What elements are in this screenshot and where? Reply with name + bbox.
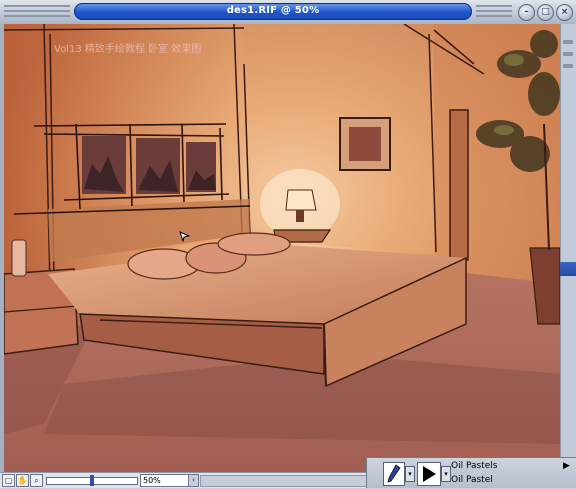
panel-handle[interactable] bbox=[563, 64, 573, 68]
bedroom-painting bbox=[4, 24, 560, 472]
zoom-slider-thumb[interactable] bbox=[90, 475, 94, 486]
title-grip bbox=[476, 10, 512, 12]
arrow-cursor-icon bbox=[179, 227, 191, 243]
right-side-panel[interactable] bbox=[560, 24, 576, 472]
title-grip bbox=[4, 15, 70, 17]
title-grip bbox=[4, 10, 70, 12]
document-status-bar: ▢ ✋ ⌕ 50% ‹ bbox=[0, 472, 368, 488]
window-title: des1.RIF @ 50% bbox=[226, 5, 320, 16]
window-title-bar[interactable]: des1.RIF @ 50% – □ × bbox=[0, 0, 576, 25]
title-grip bbox=[476, 5, 512, 7]
panel-handle[interactable] bbox=[563, 40, 573, 44]
minimize-button[interactable]: – bbox=[518, 4, 535, 21]
close-button[interactable]: × bbox=[556, 4, 573, 21]
grabber-icon[interactable]: ✋ bbox=[16, 474, 29, 487]
selector-menu-arrow[interactable]: ▶ bbox=[563, 461, 570, 471]
maximize-button[interactable]: □ bbox=[537, 4, 554, 21]
title-grip bbox=[476, 15, 512, 17]
zoom-icon[interactable]: ⌕ bbox=[30, 474, 43, 487]
brush-selector-bar: ▾ ▾ Oil Pastels Oil Pastel ▶ bbox=[366, 457, 576, 488]
document-canvas[interactable]: Vol13 精致手绘教程 卧室 效果图 bbox=[4, 24, 560, 472]
panel-handle[interactable] bbox=[563, 52, 573, 56]
horizontal-scrollbar[interactable] bbox=[200, 475, 368, 487]
brush-variant-icon[interactable] bbox=[417, 462, 441, 486]
title-grip bbox=[4, 5, 70, 7]
brush-category-label[interactable]: Oil Pastels bbox=[451, 461, 497, 471]
zoom-stepper[interactable]: ‹ bbox=[188, 474, 199, 487]
zoom-slider[interactable] bbox=[46, 475, 138, 486]
watermark-caption: Vol13 精致手绘教程 卧室 效果图 bbox=[54, 44, 202, 55]
brush-category-icon[interactable] bbox=[383, 462, 405, 486]
brush-variant-dropdown[interactable]: ▾ bbox=[441, 466, 451, 482]
panel-dock-icon[interactable] bbox=[560, 262, 576, 276]
brush-category-dropdown[interactable]: ▾ bbox=[405, 466, 415, 482]
brush-variant-label[interactable]: Oil Pastel bbox=[451, 475, 493, 485]
zoom-field[interactable]: 50% bbox=[140, 474, 190, 487]
title-pill: des1.RIF @ 50% bbox=[74, 3, 472, 20]
page-icon[interactable]: ▢ bbox=[2, 474, 15, 487]
